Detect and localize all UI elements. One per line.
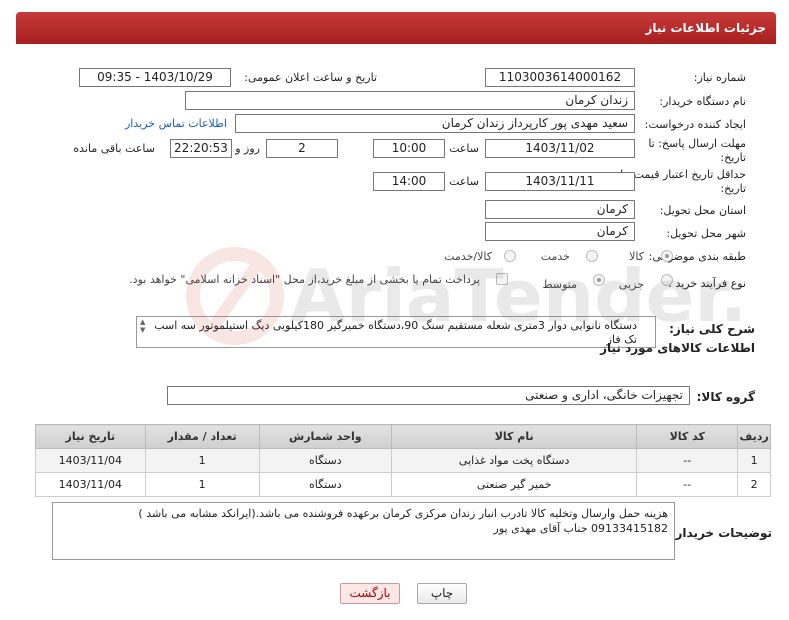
validity-date-field: 1403/11/11 — [485, 172, 635, 191]
category-service-label: خدمت — [540, 250, 570, 263]
col-row: ردیف — [737, 424, 771, 449]
goods-group-field: تجهیزات خانگی، اداری و صنعتی — [167, 386, 690, 405]
col-unit: واحد شمارش — [258, 424, 393, 449]
process-minor-radio[interactable] — [661, 274, 673, 286]
need-number-label: شماره نیاز: — [693, 71, 746, 84]
goods-table-header: ردیف کد کالا نام کالا واحد شمارش تعداد /… — [35, 424, 771, 449]
process-label: نوع فرآیند خرید : — [668, 277, 746, 290]
contact-info-link[interactable]: اطلاعات تماس خریدار — [125, 117, 227, 130]
print-button[interactable]: چاپ — [417, 583, 467, 604]
row-unit: دستگاه — [258, 472, 393, 497]
buyer-org-label: نام دستگاه خریدار: — [659, 95, 746, 108]
col-code: کد کالا — [636, 424, 739, 449]
process-medium-label: متوسط — [542, 278, 577, 291]
validity-time-field: 14:00 — [373, 172, 445, 191]
province-field: کرمان — [485, 200, 635, 219]
deadline-label-2: تاریخ: — [720, 151, 746, 164]
deadline-time-label: ساعت — [449, 142, 479, 155]
need-number-field: 1103003614000162 — [485, 68, 635, 87]
remaining-time-field: 22:20:53 — [170, 139, 232, 158]
table-row: 2 -- خمیر گیر صنعتی دستگاه 1 1403/11/04 — [35, 472, 771, 497]
creator-label: ایجاد کننده درخواست: — [644, 118, 746, 131]
row-need-date: 1403/11/04 — [35, 448, 146, 473]
buyer-notes-field[interactable]: هزینه حمل وارسال وتخلیه کالا تادرب انبار… — [52, 502, 675, 560]
goods-table: ردیف کد کالا نام کالا واحد شمارش تعداد /… — [35, 424, 771, 497]
remaining-label: ساعت باقی مانده — [73, 142, 155, 155]
buyer-org-field: زندان کرمان — [185, 91, 635, 110]
row-quantity: 1 — [144, 472, 260, 497]
city-field: کرمان — [485, 222, 635, 241]
row-code: -- — [636, 472, 739, 497]
row-name: دستگاه پخت مواد غذایی — [390, 448, 638, 473]
treasury-payment-checkbox[interactable] — [496, 273, 508, 285]
province-label: استان محل تحویل: — [659, 204, 746, 217]
goods-section-title: اطلاعات کالاهای مورد نیاز — [600, 341, 755, 355]
validity-time-label: ساعت — [449, 175, 479, 188]
creator-field: سعید مهدی پور کارپرداز زندان کرمان — [235, 114, 635, 133]
col-name: نام کالا — [390, 424, 638, 449]
validity-label: حداقل تاریخ اعتبار قیمت: تا — [620, 168, 746, 181]
table-row: 1 -- دستگاه پخت مواد غذایی دستگاه 1 1403… — [35, 448, 771, 473]
validity-label-2: تاریخ: — [720, 182, 746, 195]
page-header: جزئیات اطلاعات نیاز — [16, 12, 776, 44]
row-number: 2 — [737, 472, 771, 497]
category-goods-label: کالا — [629, 250, 644, 263]
days-label: روز و — [235, 142, 260, 155]
description-scroll-icon[interactable]: ▲ ▼ — [140, 318, 145, 334]
category-goods-service-radio[interactable] — [504, 250, 516, 262]
announce-field: 1403/10/29 - 09:35 — [79, 68, 231, 87]
announce-label: تاریخ و ساعت اعلان عمومی: — [244, 71, 377, 84]
col-quantity: تعداد / مقدار — [144, 424, 260, 449]
row-quantity: 1 — [144, 448, 260, 473]
back-button[interactable]: بازگشت — [340, 583, 400, 604]
city-label: شهر محل تحویل: — [666, 227, 746, 240]
category-goods-service-label: کالا/خدمت — [444, 250, 492, 263]
days-field: 2 — [266, 139, 338, 158]
description-field[interactable]: دستگاه نانوایی دوار 3متری شعله مستقیم سن… — [136, 316, 656, 348]
col-need-date: تاریخ نیاز — [35, 424, 146, 449]
row-unit: دستگاه — [258, 448, 393, 473]
deadline-date-field: 1403/11/02 — [485, 139, 635, 158]
category-service-radio[interactable] — [586, 250, 598, 262]
goods-group-label: گروه کالا: — [696, 390, 755, 404]
process-medium-radio[interactable] — [593, 274, 605, 286]
buyer-notes-label: توضیحات خریدار: — [670, 526, 772, 540]
treasury-payment-note: پرداخت تمام یا بخشی از مبلغ خرید،از محل … — [129, 273, 480, 286]
process-minor-label: جزیی — [618, 278, 644, 291]
deadline-label: مهلت ارسال پاسخ: تا — [648, 137, 746, 150]
row-name: خمیر گیر صنعتی — [390, 472, 638, 497]
deadline-time-field: 10:00 — [373, 139, 445, 158]
row-number: 1 — [737, 448, 771, 473]
row-code: -- — [636, 448, 739, 473]
row-need-date: 1403/11/04 — [35, 472, 146, 497]
description-label: شرح کلی نیاز: — [669, 322, 755, 336]
category-goods-radio[interactable] — [661, 250, 673, 262]
